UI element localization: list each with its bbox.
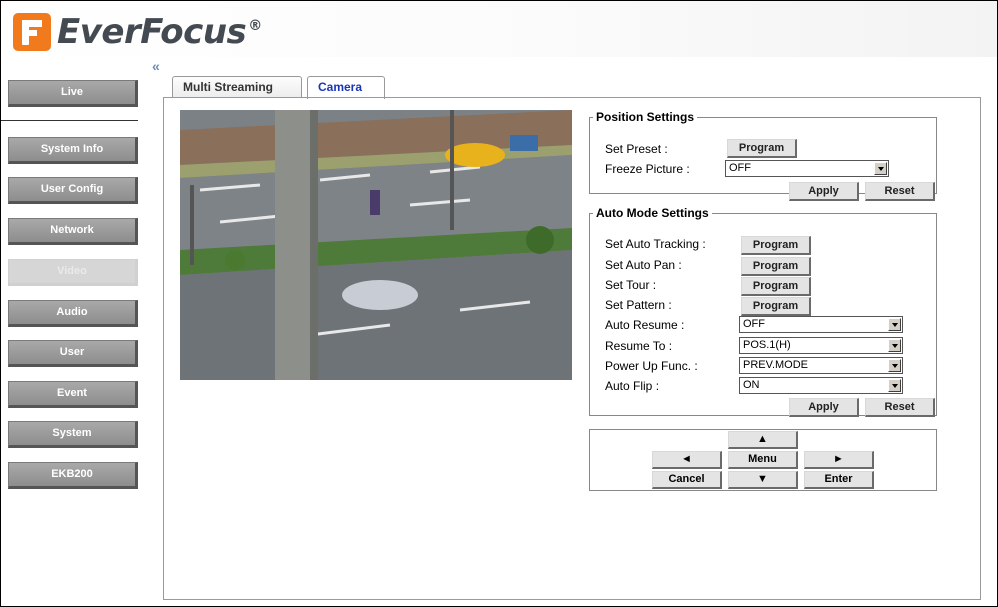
position-apply-button[interactable]: Apply (789, 182, 859, 201)
logo-mark-icon (13, 13, 51, 51)
sidebar-item-system-info[interactable]: System Info (8, 137, 138, 164)
street-scene-image (180, 110, 572, 380)
ptz-menu-button[interactable]: Menu (728, 451, 798, 469)
auto-pan-label: Set Auto Pan : (605, 258, 682, 272)
everfocus-logo: EverFocus ® (13, 13, 262, 51)
freeze-picture-label: Freeze Picture : (605, 162, 690, 176)
sidebar-item-event[interactable]: Event (8, 381, 138, 408)
sidebar-item-live[interactable]: Live (8, 80, 138, 107)
auto-flip-select[interactable]: ON (739, 377, 903, 394)
auto-mode-settings-legend: Auto Mode Settings (596, 206, 709, 220)
sidebar-item-network[interactable]: Network (8, 218, 138, 245)
collapse-sidebar-icon[interactable]: « (152, 58, 160, 74)
ptz-control-pad: ▲ ◄ Menu ► Cancel ▼ Enter (589, 429, 937, 491)
ptz-enter-button[interactable]: Enter (804, 471, 874, 489)
auto-tracking-label: Set Auto Tracking : (605, 237, 706, 251)
chevron-down-icon (888, 339, 901, 352)
auto-mode-settings-group: Auto Mode Settings Set Auto Tracking : P… (589, 206, 937, 417)
position-reset-button[interactable]: Reset (865, 182, 935, 201)
sidebar-item-system[interactable]: System (8, 421, 138, 448)
set-preset-program-button[interactable]: Program (727, 139, 797, 158)
sidebar-item-video[interactable]: Video (8, 259, 138, 286)
sidebar-divider (1, 120, 138, 121)
sidebar-item-user[interactable]: User (8, 340, 138, 367)
resume-to-label: Resume To : (605, 339, 673, 353)
auto-resume-select[interactable]: OFF (739, 316, 903, 333)
chevron-down-icon (888, 359, 901, 372)
freeze-picture-select[interactable]: OFF (725, 160, 889, 177)
logo-text: EverFocus ® (57, 12, 262, 52)
auto-flip-label: Auto Flip : (605, 379, 660, 393)
ptz-cancel-button[interactable]: Cancel (652, 471, 722, 489)
tour-program-button[interactable]: Program (741, 277, 811, 296)
position-settings-legend: Position Settings (596, 110, 695, 124)
sidebar-item-audio[interactable]: Audio (8, 300, 138, 327)
ptz-up-button[interactable]: ▲ (728, 431, 798, 449)
auto-mode-reset-button[interactable]: Reset (865, 398, 935, 417)
sidebar-item-ekb200[interactable]: EKB200 (8, 462, 138, 489)
ptz-down-button[interactable]: ▼ (728, 471, 798, 489)
ptz-left-button[interactable]: ◄ (652, 451, 722, 469)
tour-label: Set Tour : (605, 278, 657, 292)
pattern-label: Set Pattern : (605, 298, 672, 312)
power-up-func-label: Power Up Func. : (605, 359, 698, 373)
chevron-down-icon (888, 318, 901, 331)
resume-to-select[interactable]: POS.1(H) (739, 337, 903, 354)
auto-mode-apply-button[interactable]: Apply (789, 398, 859, 417)
chevron-down-icon (888, 379, 901, 392)
auto-resume-label: Auto Resume : (605, 318, 685, 332)
sidebar-item-user-config[interactable]: User Config (8, 177, 138, 204)
power-up-func-select[interactable]: PREV.MODE (739, 357, 903, 374)
tab-multi-streaming[interactable]: Multi Streaming (172, 76, 302, 98)
position-settings-group: Position Settings Set Preset : Program F… (589, 110, 937, 201)
chevron-down-icon (874, 162, 887, 175)
auto-tracking-program-button[interactable]: Program (741, 236, 811, 255)
set-preset-label: Set Preset : (605, 142, 668, 156)
tab-camera[interactable]: Camera (307, 76, 385, 99)
pattern-program-button[interactable]: Program (741, 297, 811, 316)
live-video-view[interactable] (180, 110, 572, 380)
ptz-right-button[interactable]: ► (804, 451, 874, 469)
header: EverFocus ® (1, 1, 997, 57)
auto-pan-program-button[interactable]: Program (741, 257, 811, 276)
